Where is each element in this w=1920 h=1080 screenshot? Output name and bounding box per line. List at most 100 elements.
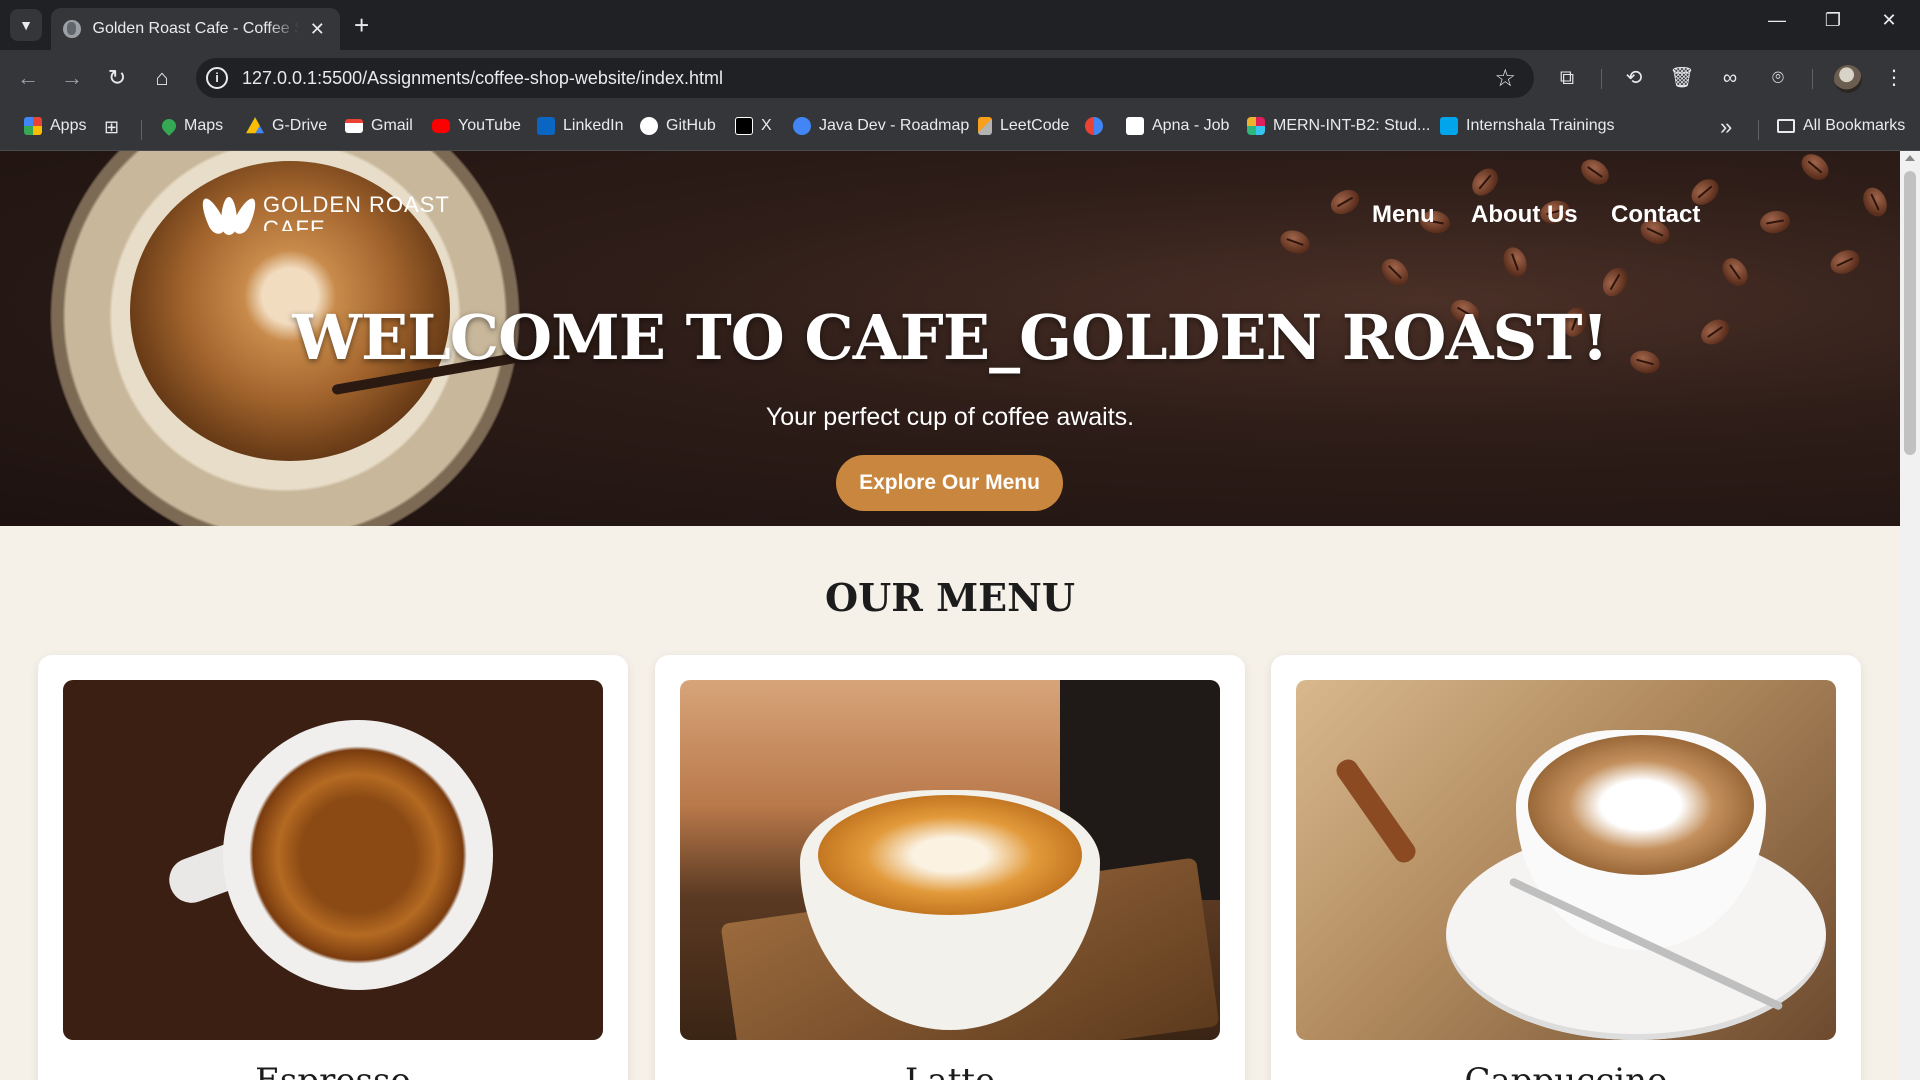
bookmark-label: YouTube [458, 117, 521, 134]
hero-section: GOLDEN ROAST CAFE Menu About Us Contact … [0, 151, 1900, 526]
menu-item-name: Cappuccino [1271, 1061, 1861, 1080]
bookmark-label: GitHub [666, 117, 716, 134]
menu-item-name: Espresso [38, 1061, 628, 1080]
bookmark-favicon-icon [1085, 117, 1103, 135]
forward-arrow-icon[interactable]: → [58, 64, 86, 92]
web-page: GOLDEN ROAST CAFE Menu About Us Contact … [0, 151, 1900, 1080]
bookmark-label: MERN-INT-B2: Stud... [1273, 117, 1431, 134]
minimize-button[interactable]: — [1762, 10, 1792, 31]
browser-toolbar: ← → ↻ ⌂ i 127.0.0.1:5500/Assignments/cof… [0, 50, 1920, 106]
menu-card-latte[interactable]: Latte [655, 655, 1245, 1080]
bookmark-label: Internshala Trainings [1466, 117, 1615, 134]
bookmark-divider [141, 120, 142, 140]
cappuccino-image [1296, 680, 1836, 1040]
bookmark-leetcode[interactable]: LeetCode [978, 117, 1069, 135]
tab-groups-button[interactable]: ⊞ [104, 117, 119, 138]
bookmark-label: Apna - Job [1152, 117, 1230, 134]
coffee-bean-image [1376, 253, 1414, 291]
globe-icon [63, 20, 81, 38]
bookmark-x[interactable]: X [735, 117, 772, 135]
leaf-logo-icon [197, 193, 261, 237]
explore-menu-button[interactable]: Explore Our Menu [836, 455, 1063, 511]
menu-heading: OUR MENU [825, 575, 1075, 620]
nav-about-link[interactable]: About Us [1471, 201, 1578, 229]
coffee-bean-image [1466, 163, 1504, 201]
folder-icon [1777, 119, 1795, 133]
coffee-bean-image [1597, 263, 1633, 301]
back-arrow-icon[interactable]: ← [14, 64, 42, 92]
coffee-bean-image [1576, 154, 1614, 190]
bookmark-label: Java Dev - Roadmap [819, 117, 970, 134]
home-icon[interactable]: ⌂ [148, 64, 176, 92]
reload-icon[interactable]: ↻ [103, 64, 131, 92]
history-icon[interactable]: ⟲ [1620, 64, 1648, 92]
x-icon [735, 117, 753, 135]
bookmark-extra[interactable] [1085, 117, 1111, 135]
all-bookmarks[interactable]: All Bookmarks [1777, 117, 1905, 135]
tab-search-button[interactable]: ▼ [10, 9, 42, 41]
more-menu-icon[interactable]: ⋮ [1880, 64, 1908, 92]
hero-subtitle: Your perfect cup of coffee awaits. [765, 403, 1135, 431]
bookmark-star-icon[interactable]: ☆ [1494, 64, 1516, 93]
bookmark-label: X [761, 117, 772, 134]
tab-active[interactable]: Golden Roast Cafe - Coffee Shop ✕ [51, 8, 340, 50]
github-icon [640, 117, 658, 135]
logo-line1: GOLDEN ROAST [263, 192, 450, 217]
bookmark-label: LinkedIn [563, 117, 624, 134]
gmail-icon [345, 119, 363, 133]
scroll-up-arrow-icon[interactable] [1905, 155, 1915, 161]
nav-menu-link[interactable]: Menu [1372, 201, 1435, 229]
bookmark-gdrive[interactable]: G-Drive [246, 117, 327, 135]
site-info-icon[interactable]: i [206, 67, 228, 89]
page-scrollbar[interactable] [1900, 151, 1920, 1080]
nav-contact-link[interactable]: Contact [1611, 201, 1700, 229]
url-text[interactable]: 127.0.0.1:5500/Assignments/coffee-shop-w… [242, 68, 723, 89]
menu-item-name: Latte [655, 1061, 1245, 1080]
scrollbar-thumb[interactable] [1904, 171, 1916, 455]
bookmark-label: G-Drive [272, 117, 328, 134]
bookmark-linkedin[interactable]: LinkedIn [537, 117, 624, 135]
bookmarks-overflow-icon[interactable]: » [1720, 114, 1732, 140]
logo-text: GOLDEN ROAST CAFE [263, 192, 450, 232]
trash-icon[interactable]: 🗑 [1668, 64, 1696, 92]
bookmark-internshala[interactable]: Internshala Trainings [1440, 117, 1615, 135]
youtube-icon [432, 119, 450, 133]
bookmark-label: Apps [50, 117, 87, 134]
bookmark-gmail[interactable]: Gmail [345, 117, 413, 135]
chat-bubble-icon [793, 117, 811, 135]
tab-title: Golden Roast Cafe - Coffee Shop [92, 20, 299, 37]
all-bookmarks-label: All Bookmarks [1803, 117, 1906, 134]
close-tab-icon[interactable]: ✕ [307, 19, 328, 40]
new-tab-button[interactable]: + [354, 12, 369, 38]
address-bar[interactable]: i 127.0.0.1:5500/Assignments/coffee-shop… [196, 58, 1534, 98]
bookmark-github[interactable]: GitHub [640, 117, 716, 135]
bookmark-apps[interactable]: Apps [24, 117, 86, 135]
screenshot-icon[interactable]: ⌾ [1764, 64, 1792, 92]
linkedin-icon [537, 117, 555, 135]
leetcode-icon [978, 117, 992, 135]
hero-title: WELCOME TO CAFE_GOLDEN ROAST! [292, 301, 1608, 374]
latte-image [680, 680, 1220, 1040]
menu-card-espresso[interactable]: Espresso [38, 655, 628, 1080]
bookmark-mern[interactable]: MERN-INT-B2: Stud... [1247, 117, 1430, 135]
bookmark-maps[interactable]: Maps [159, 116, 224, 136]
menu-card-cappuccino[interactable]: Cappuccino [1271, 655, 1861, 1080]
link-icon[interactable]: ∞ [1716, 64, 1744, 92]
bookmark-label: Gmail [371, 117, 413, 134]
bookmark-apna[interactable]: Apna - Job [1126, 117, 1229, 135]
restore-button[interactable]: ❐ [1818, 10, 1848, 31]
bookmark-youtube[interactable]: YouTube [432, 117, 521, 135]
tab-strip: ▼ Golden Roast Cafe - Coffee Shop ✕ + — … [0, 0, 1920, 50]
bookmark-java-roadmap[interactable]: Java Dev - Roadmap [793, 117, 969, 135]
coffee-bean-image [1858, 183, 1892, 221]
chevron-down-icon: ▼ [19, 17, 33, 33]
apps-grid-icon [24, 117, 42, 135]
cafe-logo[interactable]: GOLDEN ROAST CAFE [197, 192, 450, 237]
profile-avatar[interactable] [1834, 65, 1862, 93]
close-window-button[interactable]: ✕ [1874, 10, 1904, 31]
extensions-icon[interactable]: ⧉ [1553, 64, 1581, 92]
bookmark-label: Maps [184, 117, 224, 134]
apna-icon [1126, 117, 1144, 135]
toolbar-divider [1601, 69, 1602, 89]
coffee-bean-image [1717, 253, 1753, 291]
